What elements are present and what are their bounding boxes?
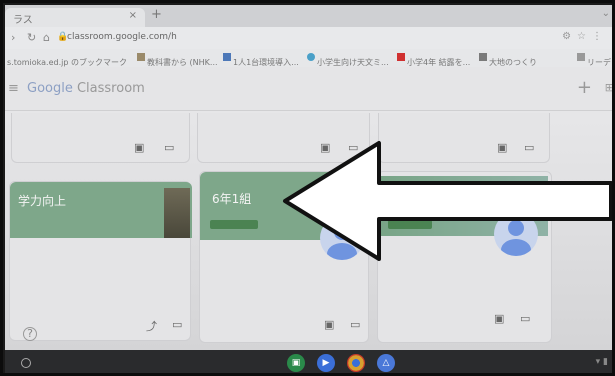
pointing-arrow-annotation [283, 141, 612, 261]
chromebook-screen: ラス × + ⌄ › ↻ ⌂ 🔒 classroom.google.com/h … [5, 5, 612, 373]
photo-frame: ラス × + ⌄ › ↻ ⌂ 🔒 classroom.google.com/h … [0, 0, 615, 376]
arrow-shape [283, 141, 612, 261]
